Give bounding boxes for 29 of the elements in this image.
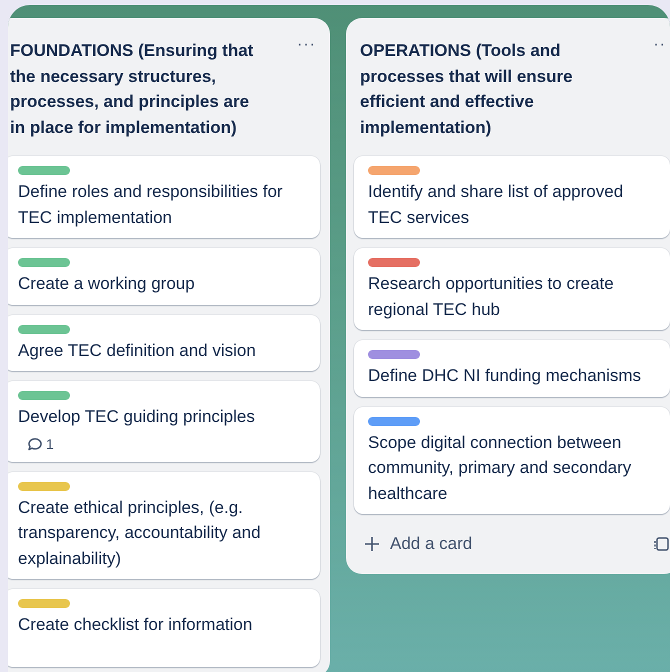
card-title: Create ethical principles, (e.g. transparency, accountability and explainability) [18,496,262,570]
card[interactable]: Identify and share list of approved TEC services [354,156,670,238]
add-card-button[interactable]: Add a card [358,530,478,558]
card-title: Research opportunities to create regional TEC hub [368,273,615,320]
card[interactable]: Research opportunities to create regional TEC hub [354,248,670,330]
card[interactable]: Define DHC NI funding mechanisms [354,340,670,396]
card[interactable]: Create checklist for information [8,589,320,667]
card[interactable]: Agree TEC definition and vision [8,314,320,371]
card-title: Develop TEC guiding principles [18,406,256,428]
card[interactable]: Scope digital connection between community, primary and secondary healthcare [354,406,670,514]
card-title: Define DHC NI funding mechanisms [368,365,642,387]
card[interactable]: Develop TEC guiding principles 1 [8,381,320,462]
card-title: Agree TEC definition and vision [18,340,257,362]
card-title: Create a working group [18,273,196,295]
card-title: Create checklist for information [18,614,254,636]
list-title: FOUNDATIONS (Ensuring that the necessary structures, processes, and principles are in place for implementation) [10,40,254,138]
comment-count: 1 [46,436,54,452]
plus-icon [364,536,380,552]
card[interactable]: Define roles and responsibilities for TEC implementation [8,156,320,238]
card[interactable]: Create ethical principles, (e.g. transparency, accountability and explainability) [8,472,320,579]
card-title: Define roles and responsibilities for TEC implementation [18,181,284,228]
more-button[interactable]: ··· [293,34,320,56]
card-title: Scope digital connection between community, primary and secondary healthcare [368,432,632,504]
template-icon[interactable] [654,536,670,552]
more-button[interactable]: ·· [649,34,670,56]
card[interactable]: Create a working group [8,248,320,304]
list-title: OPERATIONS (Tools and processes that will ensure efficient and effective implementation) [360,40,574,138]
card-title: Identify and share list of approved TEC services [368,181,624,228]
comment-icon [26,436,42,452]
